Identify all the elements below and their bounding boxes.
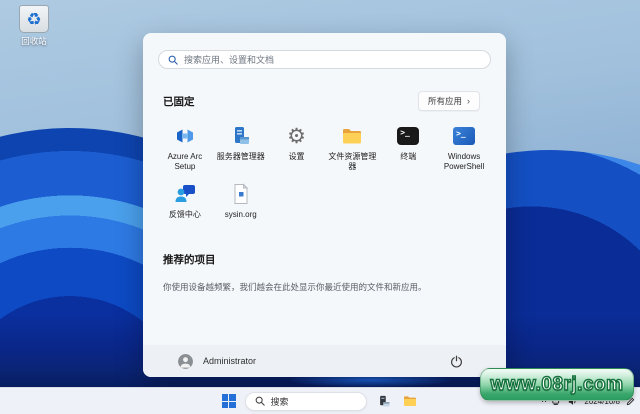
- start-button[interactable]: [221, 394, 236, 408]
- settings-gear-icon: ⚙: [287, 123, 306, 149]
- powershell-prompt-glyph: >_: [453, 127, 476, 145]
- file-explorer-icon: [340, 123, 364, 149]
- all-apps-label: 所有应用: [427, 96, 462, 106]
- pinned-apps-grid: Azure Arc Setup 服务器管理器 ⚙ 设置 文件资源管理器 >_ 终…: [157, 119, 492, 222]
- watermark-badge: www.08rj.com: [480, 368, 634, 401]
- feedback-hub-icon: [173, 181, 197, 207]
- app-label: 文件资源管理器: [328, 152, 377, 171]
- recycle-symbol: ♻: [26, 9, 42, 29]
- search-icon: [255, 396, 265, 406]
- search-placeholder: 搜索应用、设置和文档: [184, 55, 275, 65]
- terminal-icon: >_: [397, 123, 420, 149]
- desktop: ♻ 回收站 搜索应用、设置和文档 已固定 所有应用 › Azure Arc Se…: [0, 0, 640, 414]
- pinned-section-title: 已固定: [163, 95, 195, 108]
- taskbar-server-manager-icon[interactable]: [376, 393, 393, 410]
- app-label: 终端: [400, 152, 417, 161]
- server-manager-icon: [229, 123, 253, 149]
- pinned-app-file-explorer[interactable]: 文件资源管理器: [324, 119, 380, 173]
- pinned-app-terminal[interactable]: >_ 终端: [380, 119, 436, 173]
- start-menu-user-bar: Administrator: [143, 345, 506, 377]
- pinned-app-azure-arc[interactable]: Azure Arc Setup: [157, 119, 213, 173]
- pinned-app-settings[interactable]: ⚙ 设置: [269, 119, 325, 173]
- powershell-icon: >_: [453, 123, 476, 149]
- all-apps-button[interactable]: 所有应用 ›: [417, 91, 480, 111]
- app-label: 设置: [288, 152, 305, 161]
- start-menu: 搜索应用、设置和文档 已固定 所有应用 › Azure Arc Setup 服务…: [143, 33, 506, 377]
- document-icon: [229, 181, 253, 207]
- recycle-bin-label: 回收站: [21, 36, 47, 46]
- azure-arc-icon: [173, 123, 197, 149]
- taskbar-file-explorer-icon[interactable]: [402, 393, 419, 410]
- recommended-empty-text: 你使用设备越频繁，我们越会在此处显示你最近使用的文件和新应用。: [163, 281, 427, 292]
- taskbar-search-label: 搜索: [270, 396, 289, 407]
- app-label: sysin.org: [224, 210, 257, 220]
- app-label: Azure Arc Setup: [167, 152, 203, 171]
- pinned-app-powershell[interactable]: >_ Windows PowerShell: [436, 119, 492, 173]
- recycle-bin-icon: ♻: [19, 5, 49, 33]
- user-avatar[interactable]: [178, 353, 193, 369]
- app-label: 服务器管理器: [216, 152, 265, 161]
- recycle-bin-shortcut[interactable]: ♻ 回收站: [10, 5, 58, 47]
- start-search-input[interactable]: 搜索应用、设置和文档: [158, 50, 491, 69]
- search-icon: [168, 55, 178, 65]
- recommended-section-title: 推荐的项目: [163, 253, 216, 266]
- pinned-app-sysin[interactable]: sysin.org: [213, 177, 269, 222]
- pinned-app-server-manager[interactable]: 服务器管理器: [213, 119, 269, 173]
- power-icon: [450, 355, 462, 367]
- watermark-text: www.08rj.com: [490, 373, 624, 395]
- pinned-app-feedback-hub[interactable]: 反馈中心: [157, 177, 213, 222]
- taskbar-search-box[interactable]: 搜索: [244, 391, 367, 411]
- app-label: Windows PowerShell: [443, 152, 485, 171]
- user-name[interactable]: Administrator: [203, 356, 256, 366]
- app-label: 反馈中心: [168, 210, 201, 220]
- gear-glyph: ⚙: [287, 123, 306, 148]
- chevron-right-icon: ›: [467, 96, 470, 106]
- power-button[interactable]: [448, 353, 464, 369]
- terminal-prompt-glyph: >_: [397, 127, 420, 145]
